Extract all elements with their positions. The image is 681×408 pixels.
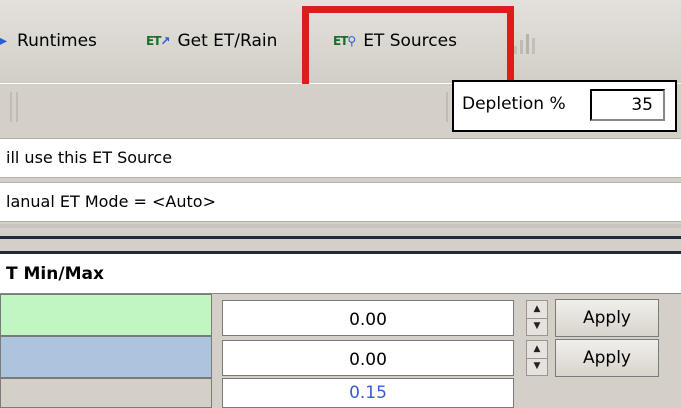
- spinner[interactable]: ▲ ▼: [526, 300, 548, 336]
- depletion-input[interactable]: 35: [590, 89, 665, 121]
- depletion-label: Depletion %: [462, 94, 566, 114]
- apply-button[interactable]: Apply: [555, 299, 659, 337]
- arrow-icon: ▸: [0, 33, 8, 49]
- et-source-info: ill use this ET Source: [0, 138, 681, 178]
- value-field[interactable]: 0.00: [222, 300, 514, 336]
- spin-down-icon[interactable]: ▼: [527, 357, 547, 376]
- grip-icon: [514, 32, 548, 54]
- get-et-rain-label: Get ET/Rain: [177, 31, 278, 51]
- toolbar-grip[interactable]: [10, 92, 12, 122]
- separator: [0, 224, 681, 228]
- spin-down-icon[interactable]: ▼: [527, 317, 547, 336]
- spin-up-icon[interactable]: ▲: [527, 341, 547, 358]
- separator: [0, 239, 681, 251]
- row-color-cell: [0, 294, 212, 336]
- value-field[interactable]: 0.15: [222, 378, 514, 408]
- get-et-rain-icon: ET↗: [146, 34, 170, 48]
- spinner[interactable]: ▲ ▼: [526, 340, 548, 376]
- section-title: T Min/Max: [0, 254, 681, 294]
- runtimes-button[interactable]: ▸ Runtimes: [0, 26, 97, 56]
- get-et-rain-button[interactable]: ET↗ Get ET/Rain: [146, 26, 305, 56]
- runtimes-label: Runtimes: [17, 31, 97, 51]
- row-color-cell: [0, 378, 212, 408]
- toolbar-grip[interactable]: [16, 92, 18, 122]
- mode-info: lanual ET Mode = <Auto>: [0, 182, 681, 222]
- value-field[interactable]: 0.00: [222, 340, 514, 376]
- row-color-cell: [0, 336, 212, 378]
- spin-up-icon[interactable]: ▲: [527, 301, 547, 318]
- apply-button[interactable]: Apply: [555, 339, 659, 377]
- toolbar-divider: [446, 92, 448, 122]
